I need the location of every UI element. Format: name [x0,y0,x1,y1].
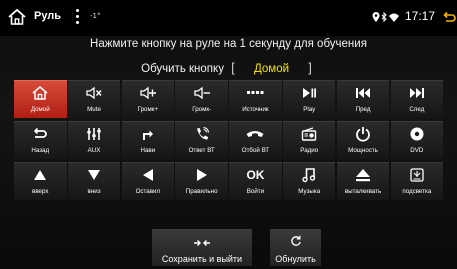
key-label: Назад [31,147,50,154]
key-label: Ответ ВТ [188,147,215,154]
key-label: Mute [87,106,101,113]
dvd-icon [391,122,444,146]
key-label: вверх [32,188,49,195]
key-label: Домой [30,106,50,113]
eject-icon [337,163,390,187]
key-label: Войти [246,188,265,195]
key-volume-up[interactable]: Громк+ [121,80,175,118]
key-navi[interactable]: Нави [121,121,175,159]
key-label: Нави [140,147,156,154]
key-volume-down[interactable]: Громк- [175,80,228,118]
key-label: Правильно [185,188,218,195]
key-dvd[interactable]: DVD [390,121,444,159]
key-label: вниз [87,188,101,195]
key-label: След [409,106,425,113]
music-icon [283,163,336,187]
key-label: Источник [242,106,269,113]
key-play[interactable]: Play [282,80,336,118]
arrow-up-icon [14,163,67,187]
key-source[interactable]: Источник [229,80,282,118]
backlight-icon [391,163,444,187]
bracket-close: ] [308,60,312,75]
key-label: DVD [410,147,424,154]
volume-down-icon [175,81,228,105]
key-backlight[interactable]: подсветка [390,162,444,200]
key-hangup-bt[interactable]: Отбой ВТ [229,121,282,159]
location-icon [372,12,380,22]
key-radio[interactable]: Радио [282,121,336,159]
hangup-icon [229,122,282,146]
key-aux[interactable]: AUX [67,121,121,159]
key-label: Мощность [348,147,378,154]
key-label: AUX [87,147,101,154]
previous-icon [337,81,390,105]
key-label: Радио [300,147,319,154]
back-icon [14,122,67,146]
key-label: подсветка [402,188,432,195]
key-label: Play [303,106,316,113]
key-music[interactable]: Музыка [282,162,336,200]
key-left[interactable]: Оставил [121,162,175,200]
volume-up-icon [122,81,175,105]
refresh-icon [290,232,302,251]
home-icon[interactable] [7,8,27,26]
key-answer-bt[interactable]: Ответ ВТ [175,121,228,159]
key-mute[interactable]: Mute [67,80,121,118]
key-label: Отбой ВТ [241,147,270,154]
key-down[interactable]: вниз [67,162,121,200]
reset-button[interactable]: Обнулить [270,229,321,266]
key-label: выталкивать [344,188,382,195]
app-title: Руль [34,10,62,22]
arrow-right-icon [175,163,228,187]
arrow-left-icon [122,163,175,187]
navi-icon [122,122,175,146]
bracket-open: [ [231,60,235,75]
aux-icon [68,122,121,146]
clock: 17:17 [405,9,436,23]
key-eject[interactable]: выталкивать [336,162,390,200]
key-enter[interactable]: OK Войти [229,162,282,200]
learn-key-label: Обучить кнопку [141,63,224,75]
key-label: Громк- [192,106,212,113]
key-label: Пред [355,106,371,113]
key-label: Музыка [298,188,321,195]
instruction-text: Нажмите кнопку на руле на 1 секунду для … [90,38,367,50]
key-right[interactable]: Правильно [175,162,228,200]
power-icon [337,122,390,146]
return-icon[interactable] [442,10,456,24]
key-label: Громк+ [137,106,159,113]
play-pause-icon [283,81,336,105]
save-and-exit-button[interactable]: Сохранить и выйти [152,229,252,266]
key-grid: Домой Mute Громк+ Громк- Источник Play П… [14,80,444,200]
wifi-icon [389,13,399,22]
temperature-readout: -1° [90,12,101,20]
key-up[interactable]: вверх [14,162,67,200]
mute-icon [68,81,121,105]
source-icon [229,81,282,105]
save-icon [193,232,211,251]
reset-button-label: Обнулить [275,253,316,264]
ok-icon: OK [246,168,265,182]
more-menu-icon[interactable] [76,9,80,25]
bluetooth-icon [381,11,387,23]
key-power[interactable]: Мощность [336,121,390,159]
learn-key-row: Обучить кнопку [ Домой ] [0,60,457,75]
key-previous[interactable]: Пред [336,80,390,118]
learn-key-value: Домой [253,63,290,75]
home-icon [14,81,67,105]
next-icon [391,81,444,105]
answer-call-icon [175,122,228,146]
arrow-down-icon [68,163,121,187]
key-home[interactable]: Домой [14,80,67,118]
key-next[interactable]: След [390,80,444,118]
save-button-label: Сохранить и выйти [161,253,243,264]
key-back[interactable]: Назад [14,121,67,159]
steering-wheel-learning-screen: Руль -1° 17:17 Нажмите кнопку на руле на… [0,0,457,269]
status-bar: Руль -1° 17:17 [0,0,457,36]
key-label: Оставил [135,188,161,195]
radio-icon [283,122,336,146]
